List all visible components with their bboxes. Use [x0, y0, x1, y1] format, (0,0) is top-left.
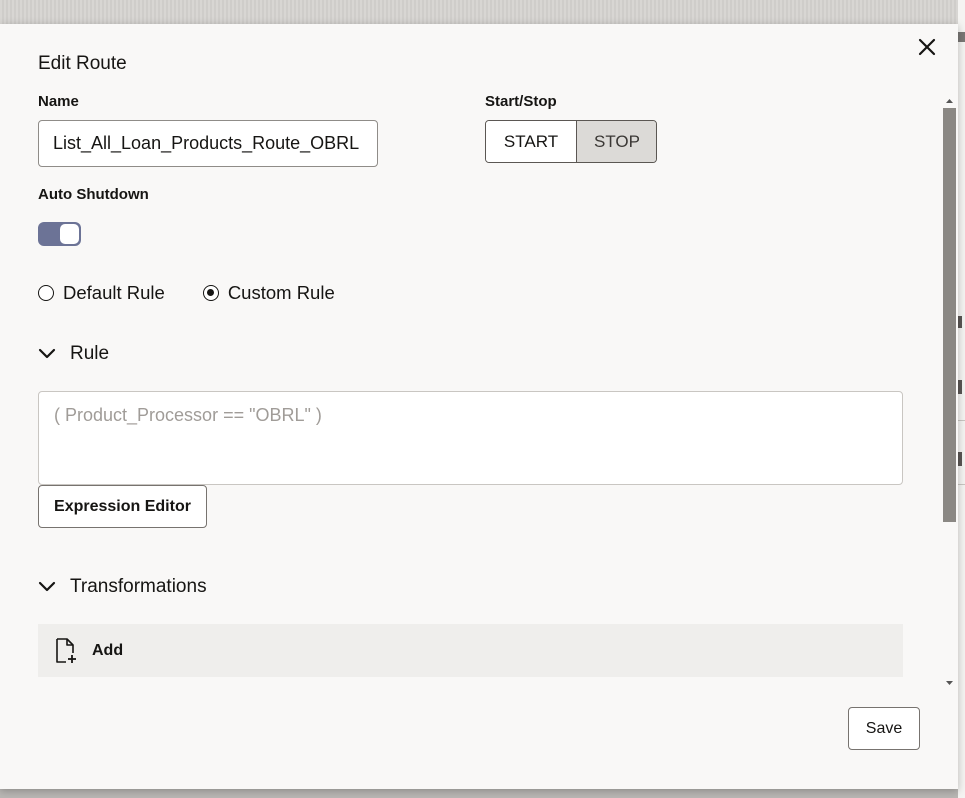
- start-stop-toggle: START STOP: [485, 120, 657, 163]
- add-transformation-button[interactable]: Add: [38, 624, 903, 677]
- transformations-section-header[interactable]: Transformations: [38, 576, 207, 598]
- rule-expression-text: ( Product_Processor == "OBRL" ): [54, 405, 322, 425]
- default-rule-label: Default Rule: [63, 282, 165, 303]
- close-button[interactable]: [912, 32, 942, 62]
- chevron-down-icon: [38, 348, 56, 359]
- expression-editor-button[interactable]: Expression Editor: [38, 485, 207, 528]
- rule-expression-field[interactable]: ( Product_Processor == "OBRL" ): [38, 391, 903, 485]
- rule-type-radio-group: Default Rule Custom Rule: [38, 282, 335, 304]
- name-input[interactable]: [38, 120, 378, 167]
- stop-button[interactable]: STOP: [576, 121, 656, 162]
- scrollbar-thumb[interactable]: [943, 108, 956, 522]
- save-button[interactable]: Save: [848, 707, 920, 750]
- background-page: [0, 0, 965, 24]
- chevron-down-icon: [38, 581, 56, 592]
- background-page-edge: [958, 0, 965, 798]
- rule-section-header[interactable]: Rule: [38, 343, 109, 365]
- dialog-title: Edit Route: [38, 53, 127, 74]
- custom-rule-radio[interactable]: Custom Rule: [202, 282, 335, 304]
- auto-shutdown-label: Auto Shutdown: [38, 186, 149, 203]
- auto-shutdown-switch[interactable]: [38, 222, 81, 246]
- edit-route-dialog: Edit Route Name Start/Stop START STOP Au…: [0, 24, 958, 789]
- custom-rule-label: Custom Rule: [227, 282, 335, 303]
- name-label: Name: [38, 93, 79, 110]
- default-rule-radio[interactable]: Default Rule: [38, 282, 165, 304]
- start-stop-label: Start/Stop: [485, 93, 557, 110]
- rule-section-title: Rule: [70, 343, 110, 364]
- start-button[interactable]: START: [486, 121, 576, 162]
- radio-checked-icon: [202, 285, 219, 301]
- close-icon: [918, 38, 936, 56]
- switch-knob: [60, 224, 79, 244]
- transformations-section-title: Transformations: [70, 576, 207, 597]
- add-label: Add: [92, 641, 124, 659]
- radio-unchecked-icon: [38, 285, 54, 301]
- add-file-icon: [56, 637, 76, 663]
